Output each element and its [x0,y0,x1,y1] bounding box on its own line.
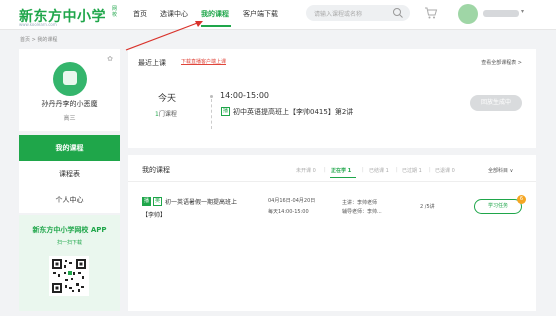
search-input[interactable]: 请输入课程或名称 [314,9,362,18]
tab-learning[interactable]: 正在学 1 [331,167,351,174]
top-bar: 新东方中小学 网校 www.koolearn.com 首页 选课中心 我的课程 … [0,0,556,30]
course-date: 04月16日-04月20日 [268,198,316,204]
username-blurred[interactable] [483,10,519,17]
app-promo: 新东方中小学网校 APP 扫一扫下载 [19,215,120,311]
logo-url: www.koolearn.com [19,22,57,27]
nav-my-courses[interactable]: 我的课程 [201,9,229,19]
course-progress: 2 /5讲 [420,204,435,210]
logo-subtitle: 网校 [112,6,118,18]
tab-expired[interactable]: 已过期 1 [402,167,422,174]
search-icon[interactable] [392,7,404,21]
profile-grade: 高三 [63,115,76,122]
course-schedule: 每天14:00-15:00 [268,209,309,215]
task-count-badge: 6 [517,195,526,204]
tab-finished[interactable]: 已结课 1 [369,167,389,174]
recent-class-panel: 最近上课 下载直播客户端上课 查看全部课程表 > 今天 1门课程 14:00-1… [128,49,536,148]
study-task-button[interactable]: 学习任务 [474,199,522,214]
tab-not-started[interactable]: 未开课 0 [296,167,316,174]
tab-separator: | [362,167,364,173]
timeline-dot [210,95,213,98]
replay-generating-button[interactable]: 回放生成中 [470,95,522,111]
view-all-schedule-link[interactable]: 查看全部课程表 > [481,59,522,66]
tab-separator: | [324,167,326,173]
profile-card: ✿ 孙丹丹李的小恶魔 高三 [19,49,120,131]
side-menu-my-courses[interactable]: 我的课程 [19,135,120,161]
course-title-teacher[interactable]: 【李帅】 [142,210,166,219]
subject-tag: 英 [153,197,162,206]
today-course-count: 1门课程 [155,109,177,118]
qr-code-icon [49,256,89,296]
gear-icon[interactable]: ✿ [107,55,113,63]
divider [128,181,536,182]
avatar-face-icon [63,71,77,85]
download-client-link[interactable]: 下载直播客户端上课 [181,58,226,65]
tab-separator: | [396,167,398,173]
search-box[interactable]: 请输入课程或名称 [306,5,410,21]
side-menu-profile[interactable]: 个人中心 [19,187,120,213]
tutor-teacher: 辅导老师：李帅... [342,209,382,215]
nav-home[interactable]: 首页 [133,9,147,19]
today-count-suffix: 门课程 [158,111,177,118]
recent-course-title[interactable]: 初中英语提高班上【李帅0415】第2讲 [233,107,353,117]
tab-refunded[interactable]: 已退课 0 [435,167,455,174]
side-menu-schedule[interactable]: 课程表 [19,161,120,187]
subject-filter[interactable]: 全部科目 ∨ [488,167,513,174]
timeline-line [211,99,212,129]
nav-client-download[interactable]: 客户端下载 [243,9,278,19]
live-tag: 播 [142,197,151,206]
side-menu: 我的课程 课程表 个人中心 [19,135,120,213]
course-title[interactable]: 初一英语暑假一期提高班上 [165,197,237,206]
profile-avatar [53,62,87,96]
chevron-down-icon[interactable]: ▾ [521,8,524,15]
class-time: 14:00-15:00 [220,91,269,100]
my-courses-title: 我的课程 [142,166,170,174]
live-tag: 播 [221,107,230,116]
app-promo-subtitle: 扫一扫下载 [56,240,82,246]
nav-active-indicator [201,25,231,27]
tab-active-indicator [330,177,356,178]
app-promo-title: 新东方中小学网校 APP [32,226,107,234]
profile-name: 孙丹丹李的小恶魔 [41,100,98,108]
my-courses-panel: 我的课程 未开课 0 | 正在学 1 | 已结课 1 | 已过期 1 | 已退课… [128,155,536,311]
avatar[interactable] [458,4,478,24]
tab-separator: | [429,167,431,173]
main-teacher: 主讲：李帅老师 [342,200,378,206]
recent-class-title: 最近上课 [138,59,166,67]
today-label: 今天 [158,94,177,104]
cart-icon[interactable] [424,6,438,22]
breadcrumb: 首页 > 我的课程 [20,37,58,43]
nav-course-center[interactable]: 选课中心 [160,9,188,19]
